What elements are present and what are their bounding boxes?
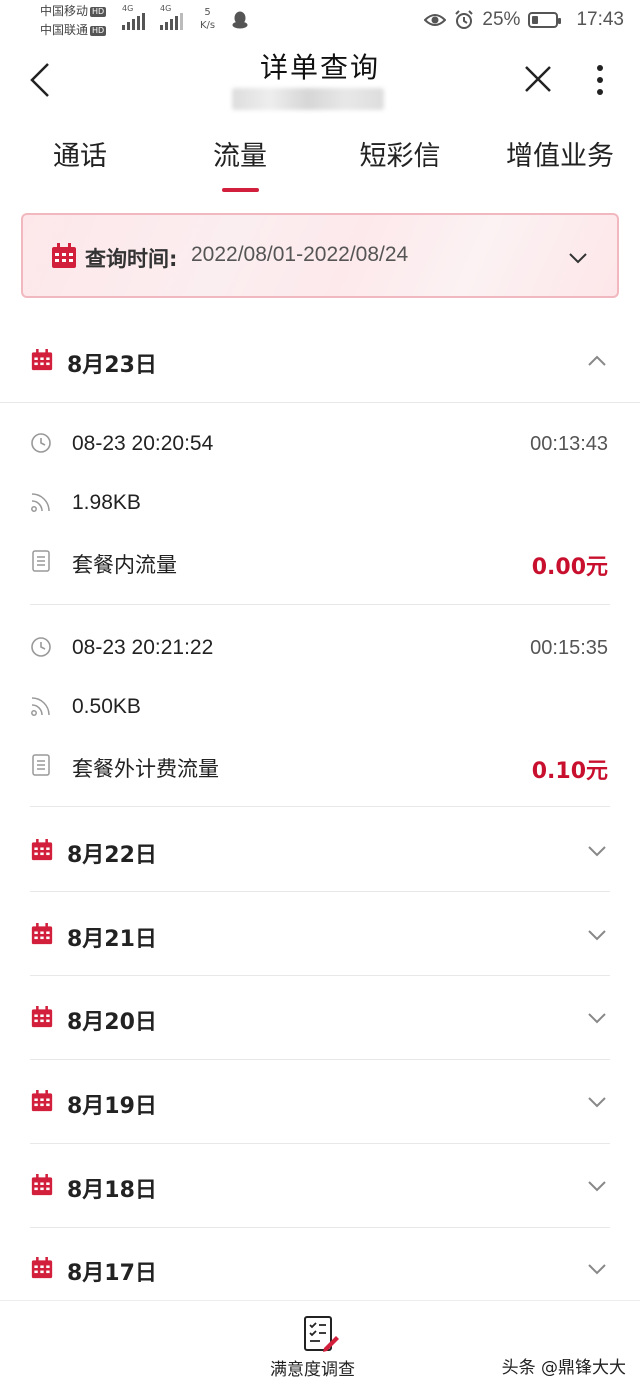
active-tab-indicator (222, 188, 259, 192)
network-speed: 5 K/s (200, 6, 215, 32)
record-usage: 0.50KB (72, 695, 141, 718)
tab-data[interactable]: 流量 (170, 134, 310, 173)
chevron-down-icon (588, 1097, 606, 1108)
chevron-up-icon (588, 355, 606, 366)
carrier-1-label: 中国移动 (40, 4, 89, 18)
query-value: 2022/08/01-2022/08/24 (191, 243, 409, 266)
hd-badge: HD (90, 25, 107, 36)
day-date: 8月18日 (67, 1178, 157, 1203)
clock-icon (31, 433, 51, 453)
day-row-collapsed[interactable]: 8月17日 (0, 1228, 640, 1300)
signal-icon: 4G (122, 4, 145, 30)
tab-calls[interactable]: 通话 (10, 134, 150, 173)
tab-value-added[interactable]: 增值业务 (490, 134, 630, 173)
chevron-down-icon (588, 1264, 606, 1275)
battery-icon (528, 12, 562, 28)
divider (30, 604, 610, 605)
record-fee: 0.10元 (531, 759, 608, 784)
calendar-icon (31, 1006, 53, 1028)
carrier-2: 中国联通 HD (40, 22, 107, 39)
day-date: 8月19日 (67, 1094, 157, 1119)
record-duration: 00:13:43 (530, 433, 608, 455)
day-row-collapsed[interactable]: 8月18日 (0, 1144, 640, 1227)
day-date: 8月22日 (67, 843, 157, 868)
calendar-icon (52, 243, 76, 268)
calendar-icon (31, 349, 53, 371)
net-type-label: 4G (122, 4, 134, 13)
clock: 17:43 (576, 9, 624, 30)
record-type: 套餐外计费流量 (72, 757, 219, 781)
signal-icon: 4G (160, 4, 183, 30)
document-icon (32, 550, 50, 572)
record-time: 08-23 20:20:54 (72, 432, 214, 455)
divider (30, 806, 610, 807)
close-icon[interactable] (524, 65, 552, 93)
battery-percent: 25% (482, 9, 521, 30)
carrier-2-label: 中国联通 (40, 23, 89, 37)
chevron-down-icon (588, 1181, 606, 1192)
chevron-down-icon (588, 846, 606, 857)
carrier-1: 中国移动 HD (40, 3, 107, 20)
chevron-down-icon (588, 1013, 606, 1024)
calendar-icon (31, 923, 53, 945)
record-usage: 1.98KB (72, 491, 141, 514)
rss-icon (31, 493, 50, 512)
usage-record: 08-23 20:21:22 00:15:35 0.50KB 套餐外计费流量 0… (0, 607, 640, 807)
day-date: 8月23日 (67, 353, 157, 378)
day-header-expanded[interactable]: 8月23日 (0, 322, 640, 402)
alarm-icon (455, 10, 474, 29)
more-icon[interactable] (594, 64, 606, 96)
tab-sms[interactable]: 短彩信 (330, 134, 470, 173)
qq-icon (232, 11, 248, 29)
speed-unit: K/s (200, 20, 216, 31)
record-time: 08-23 20:21:22 (72, 636, 214, 659)
query-label: 查询时间: (85, 247, 178, 271)
query-period-selector[interactable]: 查询时间: 2022/08/01-2022/08/24 (21, 213, 619, 298)
survey-icon (304, 1316, 339, 1352)
status-bar: 中国移动 HD 中国联通 HD 4G 4G 5 K/s 25% 17:43 (0, 0, 640, 44)
record-fee: 0.00元 (531, 555, 608, 580)
eye-icon (424, 14, 447, 26)
day-date: 8月20日 (67, 1010, 157, 1035)
record-duration: 00:15:35 (530, 637, 608, 659)
masked-phone-number (232, 88, 384, 110)
rss-icon (31, 697, 50, 716)
day-date: 8月17日 (67, 1261, 157, 1286)
clock-icon (31, 637, 51, 657)
calendar-icon (31, 1090, 53, 1112)
calendar-icon (31, 1174, 53, 1196)
watermark: 头条 @鼎锋大大 (501, 1358, 626, 1378)
speed-value: 5 (204, 7, 211, 18)
survey-label: 满意度调查 (270, 1360, 355, 1380)
usage-record: 08-23 20:20:54 00:13:43 1.98KB 套餐内流量 0.0… (0, 403, 640, 603)
day-row-collapsed[interactable]: 8月19日 (0, 1060, 640, 1143)
calendar-icon (31, 1257, 53, 1279)
hd-badge: HD (90, 6, 107, 17)
net-type-label: 4G (160, 4, 172, 13)
status-right: 25% 17:43 (424, 9, 624, 31)
day-row-collapsed[interactable]: 8月20日 (0, 976, 640, 1059)
document-icon (32, 754, 50, 776)
day-row-collapsed[interactable]: 8月21日 (0, 892, 640, 975)
calendar-icon (31, 839, 53, 861)
chevron-down-icon (588, 930, 606, 941)
day-row-collapsed[interactable]: 8月22日 (0, 808, 640, 891)
chevron-down-icon (569, 253, 587, 264)
day-date: 8月21日 (67, 927, 157, 952)
record-type: 套餐内流量 (72, 553, 177, 577)
